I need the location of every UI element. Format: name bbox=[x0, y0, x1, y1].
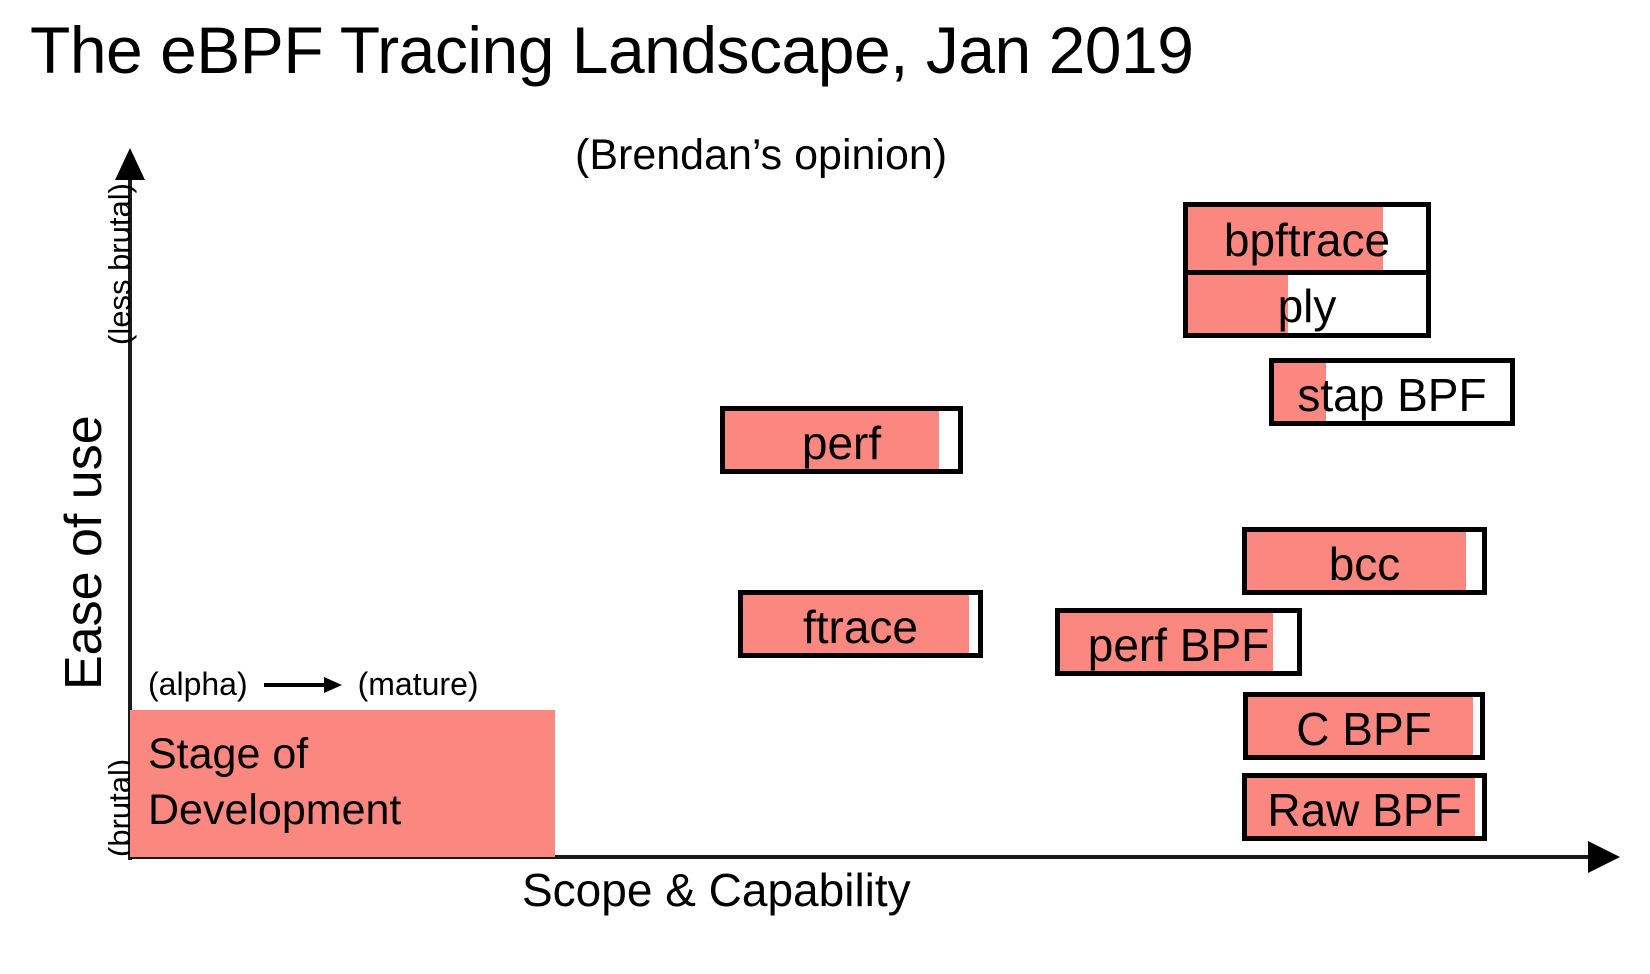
tool-box-perf[interactable]: perf bbox=[720, 406, 963, 474]
tool-label: Raw BPF bbox=[1267, 784, 1462, 836]
chart-subtitle: (Brendan’s opinion) bbox=[575, 131, 948, 179]
maturity-mature-label: (mature) bbox=[357, 666, 479, 702]
tool-label: bcc bbox=[1328, 538, 1401, 590]
x-axis-title: Scope & Capability bbox=[522, 864, 911, 916]
y-axis-arrow-icon bbox=[115, 148, 145, 180]
right-arrow-icon bbox=[263, 677, 342, 693]
tool-label: ply bbox=[1277, 280, 1337, 332]
tool-label: stap BPF bbox=[1297, 369, 1487, 421]
tool-label: ftrace bbox=[802, 601, 919, 653]
page-title: The eBPF Tracing Landscape, Jan 2019 bbox=[30, 13, 1194, 87]
tool-box-raw-bpf[interactable]: Raw BPF bbox=[1242, 773, 1487, 841]
tool-label: perf BPF bbox=[1087, 619, 1270, 671]
x-axis-arrow-icon bbox=[1588, 841, 1620, 873]
tool-box-bcc[interactable]: bcc bbox=[1242, 527, 1487, 595]
tool-box-stap-bpf[interactable]: stap BPF bbox=[1269, 358, 1515, 426]
maturity-legend: (alpha) (mature) bbox=[148, 662, 479, 706]
legend-box-line1: Stage of bbox=[148, 730, 309, 778]
tool-label: perf bbox=[801, 417, 882, 469]
legend-box-text: Stage of Development bbox=[148, 726, 401, 838]
maturity-alpha-label: (alpha) bbox=[148, 666, 248, 702]
tool-box-ftrace[interactable]: ftrace bbox=[738, 590, 983, 658]
tool-box-c-bpf[interactable]: C BPF bbox=[1243, 692, 1485, 760]
tool-box-ply[interactable]: ply bbox=[1183, 270, 1431, 338]
tool-box-perf-bpf[interactable]: perf BPF bbox=[1055, 608, 1302, 676]
y-axis-title: Ease of use bbox=[55, 415, 113, 690]
stage-of-development-legend-box: Stage of Development bbox=[130, 710, 555, 857]
legend-box-line2: Development bbox=[148, 786, 402, 834]
tool-label: bpftrace bbox=[1223, 214, 1391, 266]
tool-label: C BPF bbox=[1296, 703, 1432, 755]
chart-canvas: The eBPF Tracing Landscape, Jan 2019 (Br… bbox=[0, 0, 1650, 974]
tool-box-bpftrace[interactable]: bpftrace bbox=[1183, 202, 1431, 270]
y-axis-top-note: (less brutal) bbox=[102, 183, 137, 345]
